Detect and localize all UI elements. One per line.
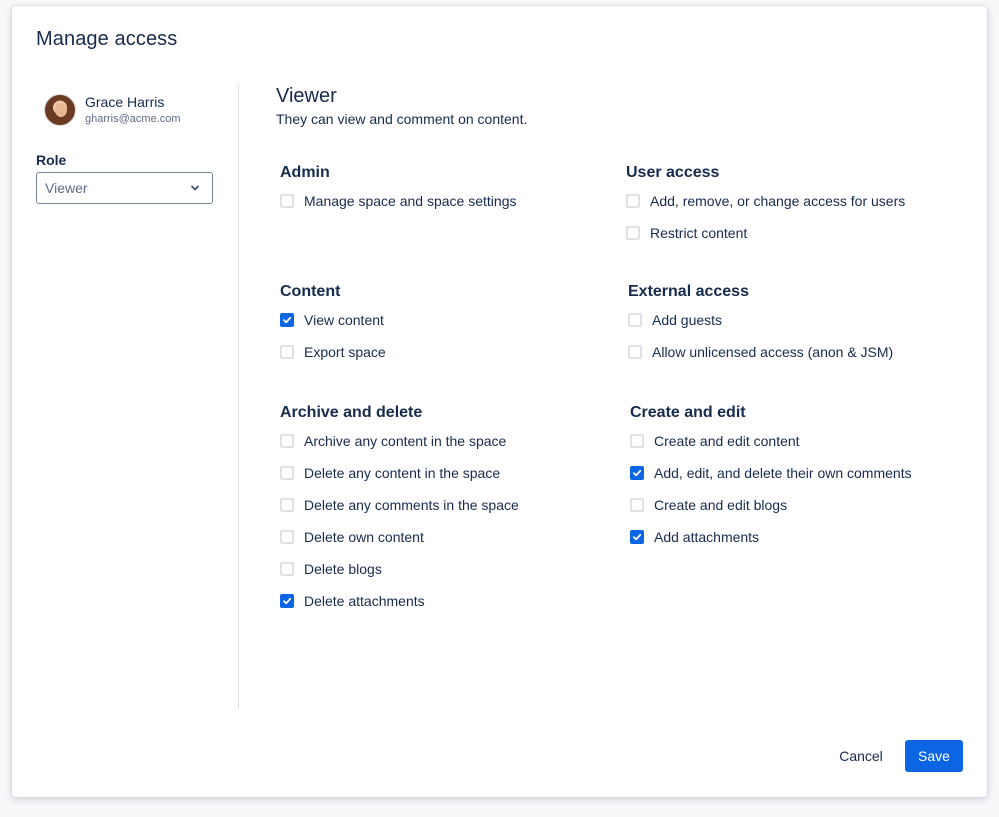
permission-checkbox-row[interactable]: Add, edit, and delete their own comments [630, 457, 912, 489]
permission-checkbox-row[interactable]: Export space [280, 336, 386, 368]
permission-label: Add guests [652, 312, 723, 328]
checkbox-unchecked[interactable] [630, 434, 644, 448]
checkbox-unchecked[interactable] [280, 434, 294, 448]
group-content: Content View content Export space [280, 282, 386, 368]
checkbox-checked[interactable] [630, 466, 644, 480]
checkbox-checked[interactable] [280, 594, 294, 608]
permission-label: Create and edit blogs [654, 497, 788, 513]
checkbox-unchecked[interactable] [626, 226, 640, 240]
permission-label: Export space [304, 344, 386, 360]
checkbox-unchecked[interactable] [280, 194, 294, 208]
permission-label: Delete any content in the space [304, 465, 501, 481]
checkmark-icon [633, 469, 642, 477]
permission-label: Delete any comments in the space [304, 497, 519, 513]
permission-checkbox-row[interactable]: Delete blogs [280, 553, 519, 585]
role-label: Role [36, 152, 67, 168]
cancel-button[interactable]: Cancel [830, 740, 892, 772]
group-title: Archive and delete [280, 404, 423, 421]
role-heading: Viewer [276, 85, 337, 107]
role-description: They can view and comment on content. [276, 111, 528, 127]
group-title: Admin [280, 164, 330, 181]
permission-checkbox-row[interactable]: Add attachments [630, 521, 912, 553]
checkbox-unchecked[interactable] [280, 345, 294, 359]
permission-label: Delete own content [304, 529, 424, 545]
permission-checkbox-row[interactable]: Add guests [628, 304, 893, 336]
checkbox-unchecked[interactable] [280, 562, 294, 576]
permission-checkbox-row[interactable]: Archive any content in the space [280, 425, 519, 457]
group-title: Create and edit [630, 404, 746, 421]
save-button[interactable]: Save [905, 740, 963, 772]
group-title: Content [280, 283, 341, 300]
user-card: Grace Harris gharris@acme.com [44, 94, 181, 126]
permission-label: Add, edit, and delete their own comments [654, 465, 912, 481]
permission-checkbox-row[interactable]: Create and edit content [630, 425, 912, 457]
panel-divider [238, 84, 239, 709]
permission-checkbox-row[interactable]: Delete own content [280, 521, 519, 553]
chevron-down-icon [191, 185, 199, 191]
permission-label: Add, remove, or change access for users [650, 193, 906, 209]
permission-label: Manage space and space settings [304, 193, 517, 209]
checkbox-unchecked[interactable] [280, 498, 294, 512]
permission-label: Create and edit content [654, 433, 800, 449]
role-select-value: Viewer [45, 180, 88, 196]
checkbox-unchecked[interactable] [628, 313, 642, 327]
checkbox-unchecked[interactable] [630, 498, 644, 512]
group-user-access: User access Add, remove, or change access… [626, 163, 905, 249]
permission-checkbox-row[interactable]: Delete any content in the space [280, 457, 519, 489]
dialog-title: Manage access [36, 28, 178, 50]
checkmark-icon [633, 533, 642, 541]
checkbox-checked[interactable] [280, 313, 294, 327]
permission-label: Add attachments [654, 529, 760, 545]
permission-checkbox-row[interactable]: View content [280, 304, 386, 336]
checkbox-unchecked[interactable] [280, 530, 294, 544]
checkbox-unchecked[interactable] [626, 194, 640, 208]
permission-checkbox-row[interactable]: Manage space and space settings [280, 185, 516, 217]
group-external-access: External access Add guests Allow unlicense… [628, 282, 893, 368]
checkmark-icon [283, 597, 292, 605]
permission-checkbox-row[interactable]: Create and edit blogs [630, 489, 912, 521]
manage-access-dialog: Manage access Grace Harris gharris@acme.… [12, 6, 987, 797]
checkmark-icon [283, 316, 292, 324]
checkbox-checked[interactable] [630, 530, 644, 544]
permission-label: Delete attachments [304, 593, 425, 609]
group-title: User access [626, 164, 720, 181]
permission-label: Archive any content in the space [304, 433, 507, 449]
permission-checkbox-row[interactable]: Restrict content [626, 217, 905, 249]
role-select[interactable]: Viewer [36, 172, 213, 204]
user-email: gharris@acme.com [85, 113, 181, 125]
permission-label: Allow unlicensed access (anon & JSM) [652, 344, 894, 360]
group-archive-delete: Archive and delete Archive any content in… [280, 403, 519, 617]
permission-label: Delete blogs [304, 561, 382, 577]
group-admin: Admin Manage space and space settings [280, 163, 516, 217]
permission-label: View content [304, 312, 384, 328]
permission-checkbox-row[interactable]: Delete any comments in the space [280, 489, 519, 521]
group-title: External access [628, 283, 749, 300]
checkbox-unchecked[interactable] [280, 466, 294, 480]
permission-checkbox-row[interactable]: Add, remove, or change access for users [626, 185, 905, 217]
permission-label: Restrict content [650, 225, 748, 241]
permission-checkbox-row[interactable]: Allow unlicensed access (anon & JSM) [628, 336, 893, 368]
checkbox-unchecked[interactable] [628, 345, 642, 359]
group-create-edit: Create and edit Create and edit content Ad… [630, 403, 912, 553]
user-name: Grace Harris [85, 94, 165, 110]
user-avatar [44, 94, 76, 126]
permission-checkbox-row[interactable]: Delete attachments [280, 585, 519, 617]
